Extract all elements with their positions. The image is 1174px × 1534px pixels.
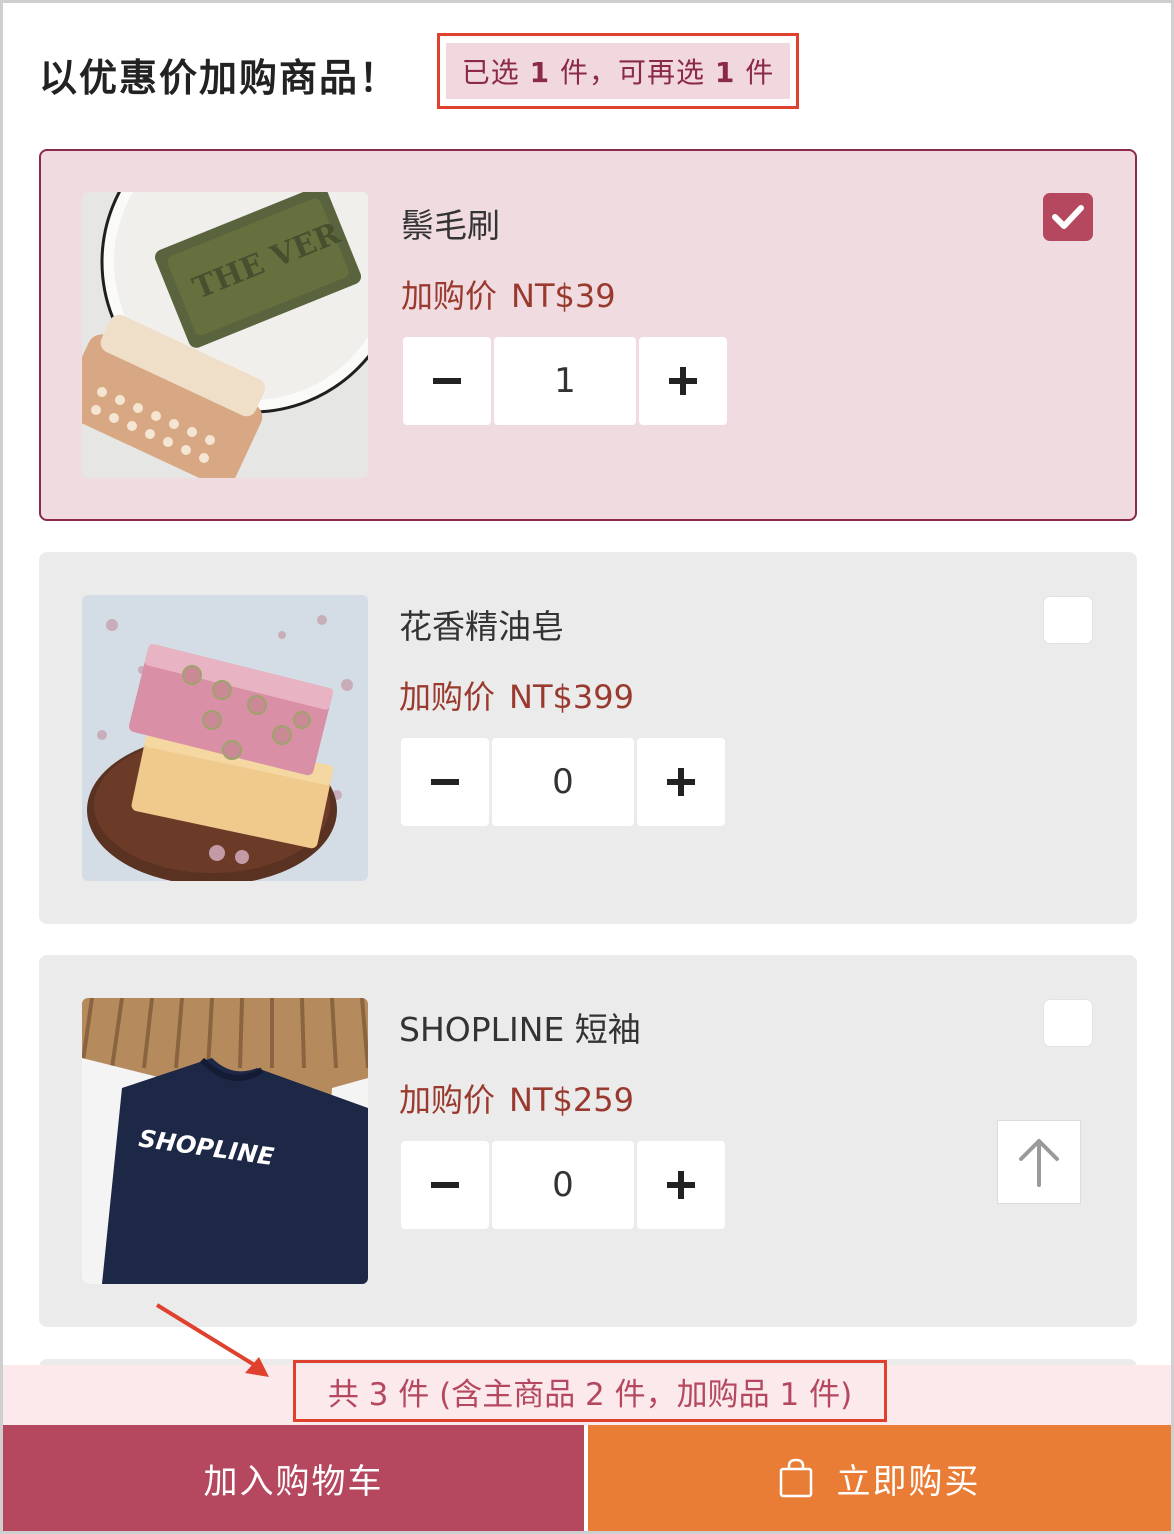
plus-icon: [667, 1171, 695, 1199]
product-image-brush: THE VER: [82, 192, 368, 478]
scroll-to-top-button[interactable]: [997, 1120, 1081, 1204]
increase-button[interactable]: [639, 337, 727, 425]
remaining-count: 1: [714, 56, 736, 89]
page-title: 以优惠价加购商品！: [39, 56, 400, 100]
bottom-action-bar: 加入购物车 立即购买: [3, 1425, 1171, 1531]
price-value: NT$399: [509, 678, 634, 716]
minus-icon: [431, 779, 459, 785]
quantity-stepper: 1: [403, 337, 731, 425]
addon-product-card-tshirt[interactable]: SHOPLINE SHOPLINE 短袖 加购价 NT$259 0: [39, 955, 1137, 1327]
product-image-soap: [82, 595, 368, 881]
selected-count: 1: [529, 56, 551, 89]
product-price: 加购价 NT$259: [399, 1075, 634, 1121]
decrease-button[interactable]: [403, 337, 491, 425]
product-price: 加购价 NT$39: [401, 271, 616, 317]
quantity-stepper: 0: [401, 1141, 729, 1229]
quantity-value[interactable]: 0: [492, 738, 634, 826]
decrease-button[interactable]: [401, 738, 489, 826]
select-checkbox[interactable]: [1043, 999, 1093, 1047]
shopping-bag-icon: [779, 1458, 812, 1498]
buy-now-button[interactable]: 立即购买: [588, 1425, 1171, 1531]
quantity-value[interactable]: 1: [494, 337, 636, 425]
select-checkbox[interactable]: [1043, 193, 1093, 241]
minus-icon: [433, 378, 461, 384]
add-to-cart-label: 加入购物车: [203, 1461, 384, 1502]
product-name: 鬃毛刷: [401, 206, 500, 245]
minus-icon: [431, 1182, 459, 1188]
addon-product-card-brush[interactable]: THE VER 鬃毛刷 加购价 NT$39 1: [39, 149, 1137, 521]
checkmark-icon: [1052, 205, 1084, 229]
product-name: 花香精油皂: [399, 607, 564, 646]
increase-button[interactable]: [637, 1141, 725, 1229]
decrease-button[interactable]: [401, 1141, 489, 1229]
select-checkbox[interactable]: [1043, 596, 1093, 644]
selection-hint-middle: 件，可再选: [550, 56, 715, 89]
price-label: 加购价: [401, 277, 498, 315]
price-value: NT$259: [509, 1081, 634, 1119]
price-label: 加购价: [399, 1081, 496, 1119]
summary-text: 共 3 件 (含主商品 2 件，加购品 1 件): [327, 1376, 853, 1413]
addon-product-card-soap[interactable]: 花香精油皂 加购价 NT$399 0: [39, 552, 1137, 924]
price-label: 加购价: [399, 678, 496, 716]
addon-header: 以优惠价加购商品！ 已选 1 件，可再选 1 件: [39, 33, 1139, 113]
plus-icon: [669, 367, 697, 395]
selection-hint: 已选 1 件，可再选 1 件: [445, 43, 791, 99]
product-price: 加购价 NT$399: [399, 672, 634, 718]
add-to-cart-button[interactable]: 加入购物车: [3, 1425, 584, 1531]
selection-hint-prefix: 已选: [461, 56, 530, 89]
selection-hint-suffix: 件: [735, 56, 775, 89]
plus-icon: [667, 768, 695, 796]
product-name: SHOPLINE 短袖: [399, 1010, 641, 1049]
quantity-value[interactable]: 0: [492, 1141, 634, 1229]
quantity-stepper: 0: [401, 738, 729, 826]
buy-now-label: 立即购买: [836, 1461, 981, 1502]
annotation-arrow: [155, 1303, 269, 1377]
selection-hint-highlight: 已选 1 件，可再选 1 件: [437, 33, 799, 109]
price-value: NT$39: [511, 277, 616, 315]
arrow-up-icon: [1019, 1139, 1059, 1187]
product-image-tshirt: SHOPLINE: [82, 998, 368, 1284]
summary-highlight: 共 3 件 (含主商品 2 件，加购品 1 件): [293, 1360, 887, 1422]
increase-button[interactable]: [637, 738, 725, 826]
